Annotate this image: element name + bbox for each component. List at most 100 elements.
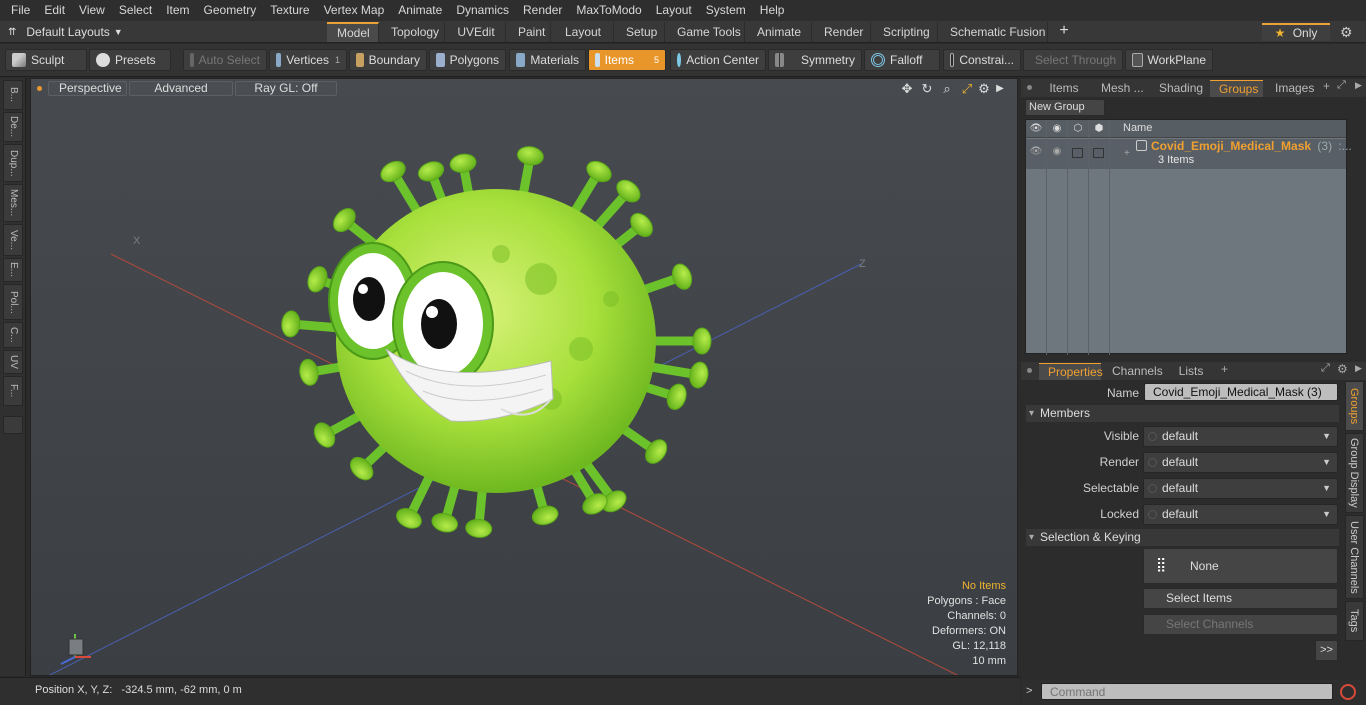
record-icon[interactable] [1340,684,1356,700]
row-lock-checkbox[interactable] [1093,148,1104,158]
menu-select[interactable]: Select [112,0,159,21]
panel-tab-groups[interactable]: Groups [1210,80,1263,97]
name-field[interactable]: Covid_Emoji_Medical_Mask (3) [1144,383,1338,401]
side-tab-group-display[interactable]: Group Display [1345,433,1364,513]
panel-tab-images[interactable]: Images [1266,80,1317,97]
menu-render[interactable]: Render [516,0,569,21]
members-section[interactable]: Members [1026,405,1339,422]
zoom-view-icon[interactable]: ⌕ [940,82,954,96]
3d-viewport[interactable]: X Z Perspective Advanced Ray GL: Off ✥ ↻… [30,78,1018,676]
selectable-icon[interactable]: ⬡ [1071,122,1085,136]
side-tab-groups[interactable]: Groups [1345,381,1364,431]
left-tab-6[interactable]: Pol... [3,284,23,320]
workplane-button[interactable]: WorkPlane [1125,49,1213,71]
left-tab-8[interactable]: UV [3,350,23,374]
gear-icon[interactable]: ⚙ [1340,23,1356,41]
panel-tab-shading[interactable]: Shading [1150,80,1208,97]
viewport-gear-icon[interactable]: ⚙ [977,82,991,96]
only-toggle[interactable]: ★ Only [1262,23,1330,41]
lock-icon[interactable]: ⬢ [1092,122,1106,136]
menu-geometry[interactable]: Geometry [197,0,264,21]
field-dropdown-locked[interactable]: default ▼ [1143,504,1338,525]
row-eye-icon[interactable]: 👁 [1029,145,1043,159]
panel-tab-items[interactable]: Items [1039,80,1089,97]
materials-button[interactable]: Materials [509,49,586,71]
left-tab-3[interactable]: Mes... [3,184,23,222]
polygons-button[interactable]: Polygons [429,49,506,71]
menu-edit[interactable]: Edit [37,0,72,21]
menu-help[interactable]: Help [753,0,792,21]
constraints-button[interactable]: Constrai... [943,49,1021,71]
tab-game-tools[interactable]: Game Tools [667,22,745,42]
select-items-button[interactable]: Select Items [1143,588,1338,609]
left-tab-2[interactable]: Dup... [3,144,23,182]
tab-scripting[interactable]: Scripting [873,22,938,42]
command-input[interactable] [1041,683,1333,700]
field-dropdown-render[interactable]: default ▼ [1143,452,1338,473]
menu-animate[interactable]: Animate [391,0,449,21]
none-button[interactable]: ⣿ None [1143,548,1338,584]
vertices-button[interactable]: Vertices 1 [269,49,347,71]
side-tab-user-channels[interactable]: User Channels [1345,515,1364,599]
render-icon[interactable]: ◉ [1050,122,1064,136]
menu-dynamics[interactable]: Dynamics [449,0,516,21]
more-button[interactable]: >> [1315,640,1338,661]
tab-animate[interactable]: Animate [747,22,812,42]
tab-setup[interactable]: Setup [616,22,665,42]
select-through-button[interactable]: Select Through [1023,49,1123,71]
group-row[interactable]: 👁 ◉ + Covid_Emoji_Medical_Mask (3) :... … [1026,139,1352,169]
select-channels-button[interactable]: Select Channels [1143,614,1338,635]
left-tab-4[interactable]: Ve... [3,224,23,256]
menu-item[interactable]: Item [159,0,196,21]
left-small-button[interactable] [3,416,23,434]
selection-keying-section[interactable]: Selection & Keying [1026,529,1339,546]
row-select-checkbox[interactable] [1072,148,1083,158]
perspective-button[interactable]: Perspective [48,81,127,96]
left-tab-1[interactable]: De... [3,112,23,142]
add-panel-tab-icon[interactable]: + [1323,79,1330,93]
menu-file[interactable]: File [4,0,37,21]
props-gear-icon[interactable]: ⚙ [1337,362,1348,376]
boundary-button[interactable]: Boundary [349,49,427,71]
advanced-button[interactable]: Advanced [129,81,233,96]
menu-view[interactable]: View [72,0,112,21]
tab-render[interactable]: Render [814,22,871,42]
viewport-arrow-icon[interactable]: ▶ [993,82,1007,96]
menu-system[interactable]: System [699,0,753,21]
field-dropdown-visible[interactable]: default ▼ [1143,426,1338,447]
action-center-button[interactable]: Action Center [670,49,766,71]
rotate-view-icon[interactable]: ↻ [920,82,934,96]
tab-uvedit[interactable]: UVEdit [447,22,506,42]
presets-button[interactable]: Presets [89,49,171,71]
raygl-button[interactable]: Ray GL: Off [235,81,337,96]
add-props-tab-icon[interactable]: + [1221,362,1228,376]
symmetry-button[interactable]: Symmetry [768,49,862,71]
tab-model[interactable]: Model [327,22,379,42]
left-tab-9[interactable]: F... [3,376,23,406]
panel-arrow-icon[interactable]: ▶ [1355,80,1362,91]
move-view-icon[interactable]: ✥ [900,82,914,96]
name-column-header[interactable]: Name [1123,122,1152,134]
props-tab-channels[interactable]: Channels [1103,363,1163,380]
auto-select-button[interactable]: Auto Select [183,49,267,71]
menu-layout[interactable]: Layout [649,0,699,21]
tab-layout[interactable]: Layout [553,22,614,42]
expand-props-icon[interactable]: ⤢ [1321,362,1330,375]
expand-icon[interactable]: + [1124,148,1130,159]
side-tab-tags[interactable]: Tags [1345,601,1364,641]
falloff-button[interactable]: Falloff [864,49,940,71]
props-tab-properties[interactable]: Properties [1039,363,1103,380]
maximize-view-icon[interactable]: ⤢ [960,82,974,96]
field-dropdown-selectable[interactable]: default ▼ [1143,478,1338,499]
eye-icon[interactable]: 👁 [1029,122,1043,136]
menu-texture[interactable]: Texture [263,0,316,21]
sculpt-button[interactable]: Sculpt [5,49,87,71]
tab-paint[interactable]: Paint [508,22,551,42]
new-group-button[interactable]: New Group [1025,99,1105,116]
left-tab-5[interactable]: E... [3,258,23,282]
menu-maxtomodo[interactable]: MaxToModo [569,0,648,21]
left-tab-7[interactable]: C... [3,322,23,348]
add-tab-button[interactable]: + [1057,21,1071,43]
row-render-icon[interactable]: ◉ [1050,145,1064,159]
tab-topology[interactable]: Topology [381,22,445,42]
